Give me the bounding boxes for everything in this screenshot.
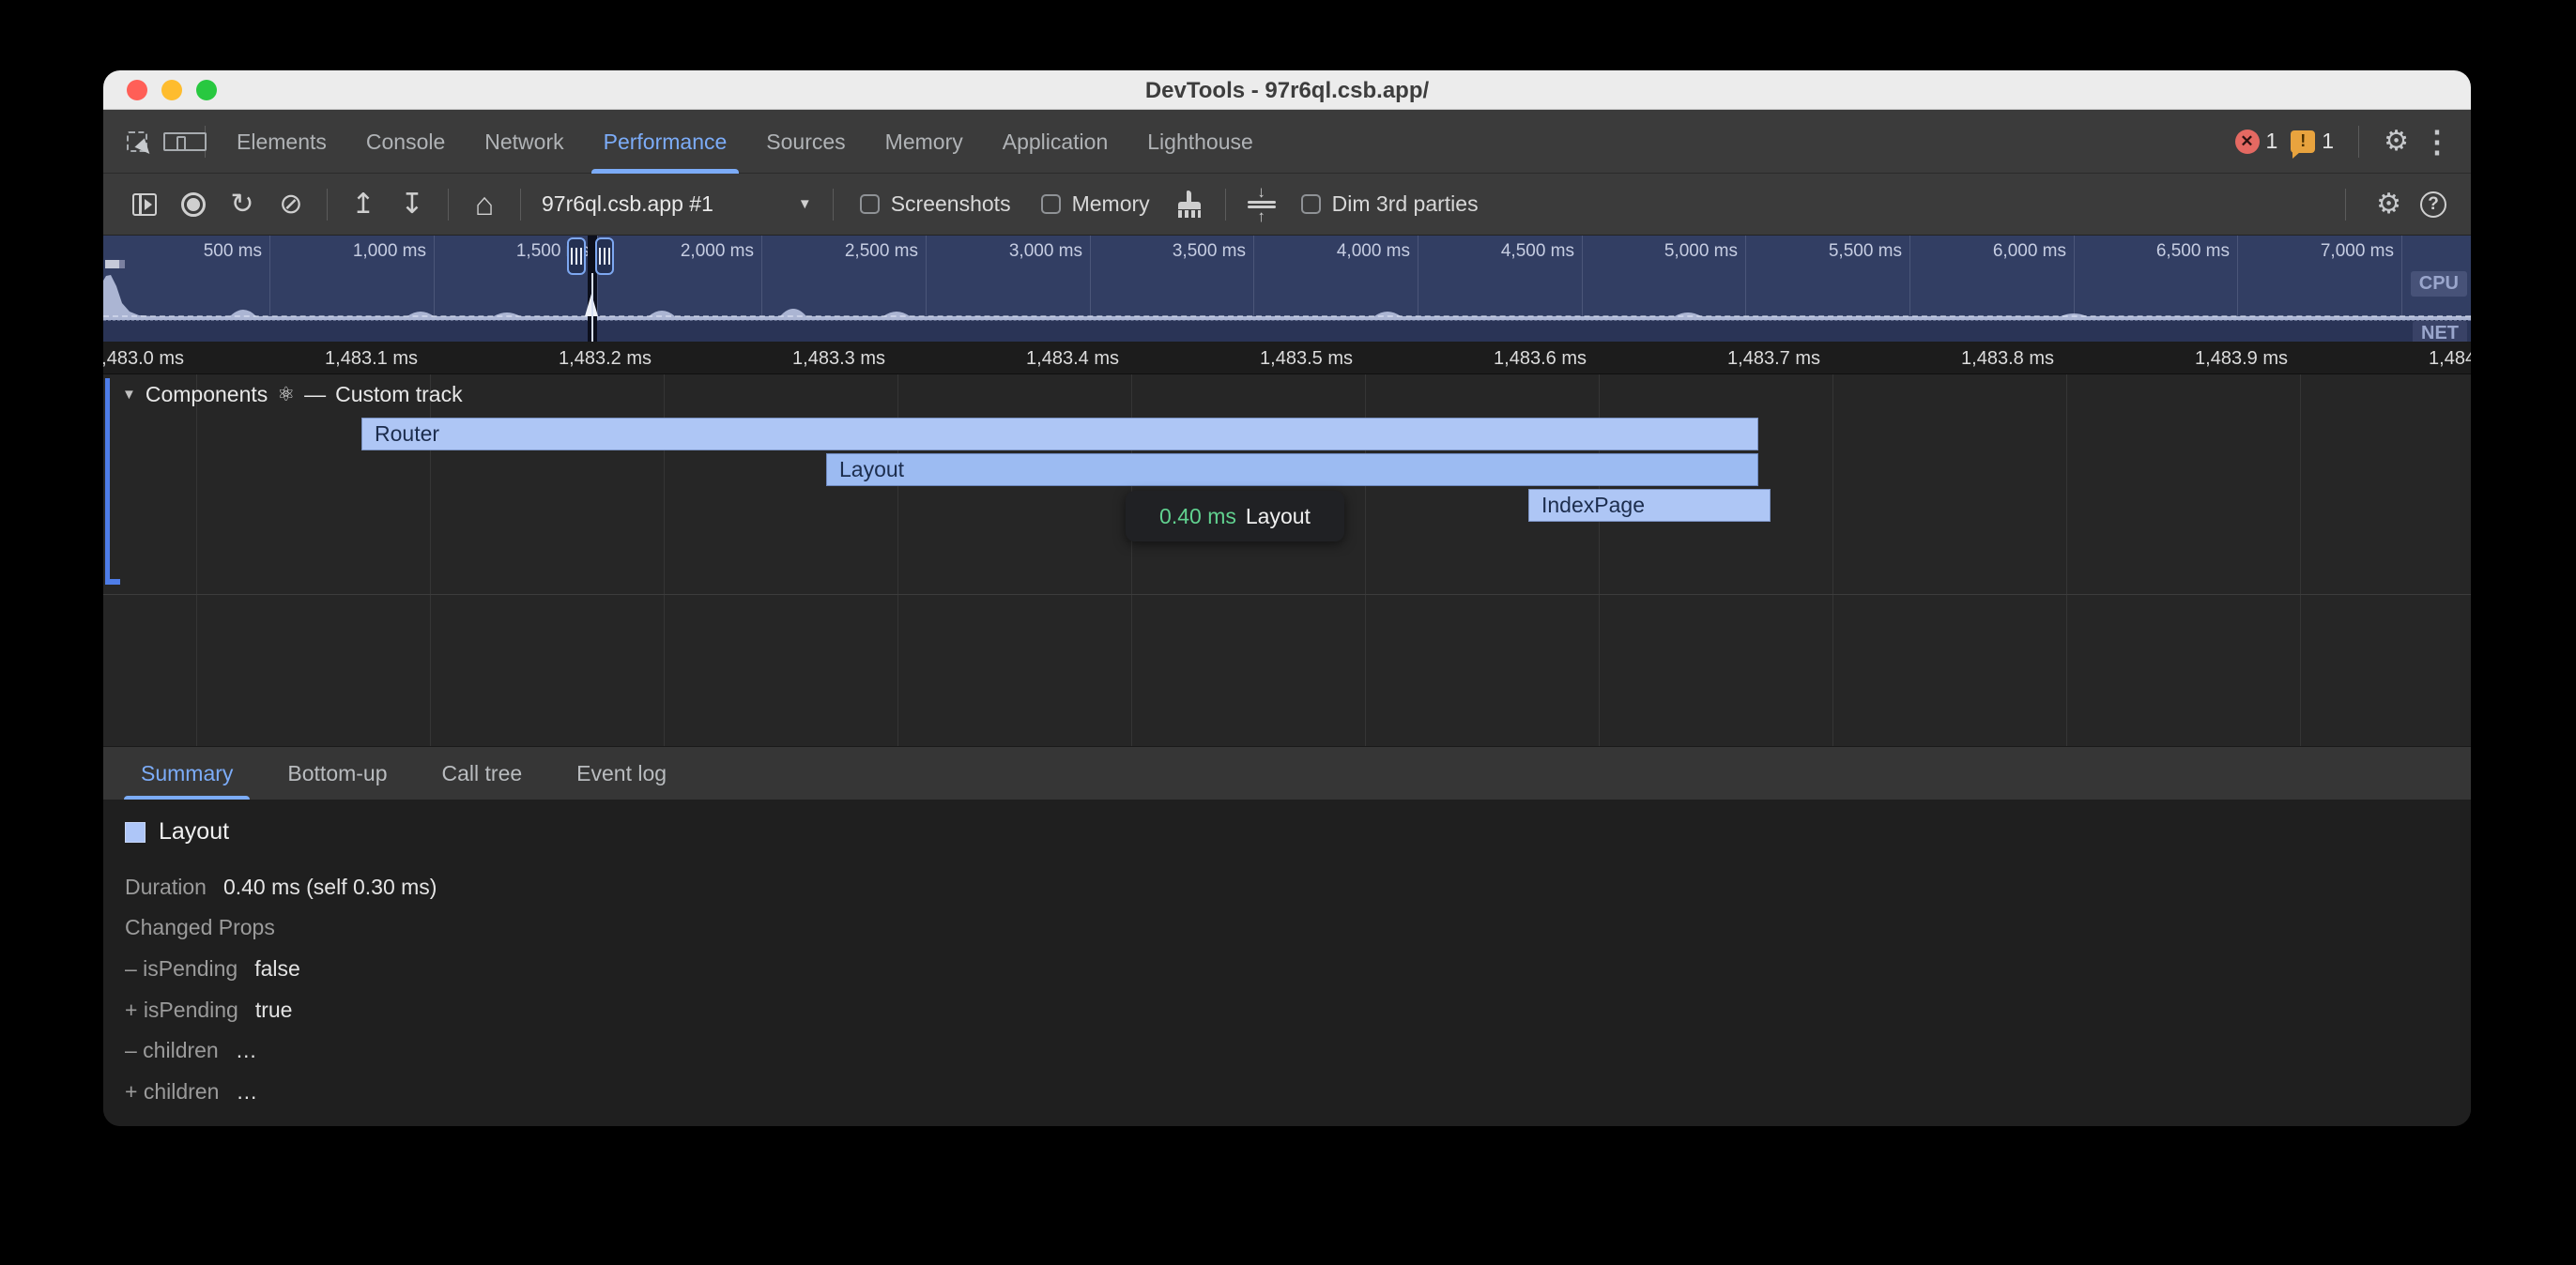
divider [2358, 126, 2359, 158]
tab-bottom-up[interactable]: Bottom-up [287, 747, 387, 800]
summary-row: Duration 0.40 ms (self 0.30 ms) [125, 875, 437, 900]
timeline-overview[interactable]: 500 ms 1,000 ms 1,500 ms 2,000 ms 2,500 … [103, 236, 2471, 342]
net-track-label: NET [2413, 321, 2467, 342]
summary-panel: Layout Duration 0.40 ms (self 0.30 ms) C… [103, 800, 2471, 1126]
custom-track-header[interactable]: ▼ Components ⚛ — Custom track [122, 382, 463, 407]
tab-sources[interactable]: Sources [746, 110, 865, 174]
screenshots-checkbox[interactable]: Screenshots [860, 191, 1011, 217]
tab-call-tree[interactable]: Call tree [442, 747, 523, 800]
collapse-sections-icon[interactable]: ↓ ↑ [1237, 182, 1286, 227]
devtools-window: DevTools - 97r6ql.csb.app/ Elements Cons… [103, 70, 2471, 1126]
divider [520, 189, 521, 221]
selected-track-indicator [105, 378, 110, 585]
error-icon: ✕ [2235, 130, 2260, 154]
flamechart-panel[interactable]: ▼ Components ⚛ — Custom track Router Lay… [103, 374, 2471, 746]
details-tabbar: Summary Bottom-up Call tree Event log [103, 746, 2471, 800]
ruler-tick: 1,483.8 ms [1866, 342, 2054, 374]
target-dropdown-value: 97r6ql.csb.app #1 [542, 191, 713, 217]
divider [327, 189, 328, 221]
tab-console[interactable]: Console [346, 110, 465, 174]
divider [448, 189, 449, 221]
summary-row: + children … [125, 1079, 257, 1105]
help-icon[interactable]: ? [2420, 191, 2446, 218]
tooltip-duration: 0.40 ms [1159, 504, 1236, 529]
zoom-window-left-grip[interactable] [567, 237, 586, 275]
divider [1225, 189, 1226, 221]
settings-gear-icon[interactable]: ⚙ [2384, 125, 2409, 158]
performance-toolbar: ↻ ⊘ ↥ ↧ ⌂ 97r6ql.csb.app #1 ▼ Screenshot… [103, 174, 2471, 236]
track-title: Components [146, 382, 268, 407]
toggle-sidebar-icon[interactable] [120, 182, 169, 227]
flame-bar-indexpage[interactable]: IndexPage [1528, 489, 1771, 522]
tab-memory[interactable]: Memory [866, 110, 983, 174]
checkbox-icon [860, 194, 880, 214]
flamechart-time-ruler[interactable]: 1,483.0 ms 1,483.1 ms 1,483.2 ms 1,483.3… [103, 342, 2471, 374]
tab-summary[interactable]: Summary [141, 747, 233, 800]
clear-icon[interactable]: ⊘ [267, 182, 315, 227]
checkbox-icon [1301, 194, 1321, 214]
record-and-reload-icon[interactable]: ↻ [218, 182, 267, 227]
ruler-tick: 1,483.3 ms [698, 342, 885, 374]
upload-profile-icon[interactable]: ↥ [339, 182, 388, 227]
cpu-track-label: CPU [2411, 271, 2467, 297]
issues-badge[interactable]: ! 1 [2291, 129, 2334, 154]
flame-bar-router[interactable]: Router [361, 418, 1758, 450]
chevron-down-icon: ▼ [798, 196, 812, 212]
tab-lighthouse[interactable]: Lighthouse [1127, 110, 1273, 174]
network-overview-strip [103, 320, 2471, 342]
cpu-baseline [103, 315, 2471, 317]
flame-tooltip: 0.40 ms Layout [1126, 491, 1344, 541]
kebab-menu-icon[interactable]: ⋮ [2422, 124, 2452, 160]
inspect-element-icon[interactable] [118, 123, 156, 160]
titlebar: DevTools - 97r6ql.csb.app/ [103, 70, 2471, 110]
ruler-tick: 1,483.0 ms [103, 342, 184, 374]
tab-application[interactable]: Application [983, 110, 1128, 174]
divider [833, 189, 834, 221]
tab-performance[interactable]: Performance [584, 110, 747, 174]
target-dropdown[interactable]: 97r6ql.csb.app #1 ▼ [542, 191, 812, 217]
summary-row: + isPending true [125, 998, 292, 1023]
track-dash: — [304, 382, 326, 407]
record-button[interactable] [169, 182, 218, 227]
ruler-tick: 1,483.7 ms [1633, 342, 1820, 374]
summary-event-title: Layout [159, 818, 229, 846]
divider [2345, 189, 2346, 221]
ruler-tick: 1,484.0 ms [2334, 342, 2471, 374]
ruler-tick: 1,483.1 ms [230, 342, 418, 374]
tooltip-label: Layout [1246, 504, 1311, 529]
console-errors-badge[interactable]: ✕ 1 [2235, 129, 2278, 154]
react-atom-icon: ⚛ [277, 383, 295, 406]
dim-3rd-parties-checkbox[interactable]: Dim 3rd parties [1301, 191, 1479, 217]
ruler-tick: 1,483.5 ms [1165, 342, 1353, 374]
selection-center-line [591, 273, 593, 342]
download-profile-icon[interactable]: ↧ [388, 182, 437, 227]
flame-bar-layout[interactable]: Layout [826, 453, 1758, 486]
ruler-tick: 1,483.4 ms [931, 342, 1119, 374]
window-title: DevTools - 97r6ql.csb.app/ [103, 70, 2471, 110]
devtools-tabbar: Elements Console Network Performance Sou… [103, 110, 2471, 174]
track-subtitle: Custom track [335, 382, 462, 407]
home-icon[interactable]: ⌂ [460, 182, 509, 227]
event-color-swatch [125, 822, 146, 843]
ruler-tick: 1,483.2 ms [464, 342, 652, 374]
summary-row: – isPending false [125, 956, 300, 982]
track-bottom-divider [103, 594, 2471, 595]
ruler-tick: 1,483.9 ms [2100, 342, 2288, 374]
capture-settings-gear-icon[interactable]: ⚙ [2376, 188, 2401, 221]
zoom-window-right-grip[interactable] [595, 237, 614, 275]
collect-garbage-icon[interactable] [1165, 182, 1214, 227]
cpu-activity-chart [103, 236, 2471, 320]
memory-checkbox[interactable]: Memory [1041, 191, 1150, 217]
tab-elements[interactable]: Elements [217, 110, 346, 174]
checkbox-icon [1041, 194, 1061, 214]
ruler-tick: 1,483.6 ms [1399, 342, 1587, 374]
tab-network[interactable]: Network [465, 110, 583, 174]
issues-icon: ! [2291, 130, 2315, 153]
tab-event-log[interactable]: Event log [576, 747, 667, 800]
summary-row: – children … [125, 1038, 257, 1063]
chevron-down-icon: ▼ [122, 387, 136, 403]
device-toolbar-icon[interactable] [156, 123, 193, 160]
summary-row: Changed Props [125, 915, 292, 940]
